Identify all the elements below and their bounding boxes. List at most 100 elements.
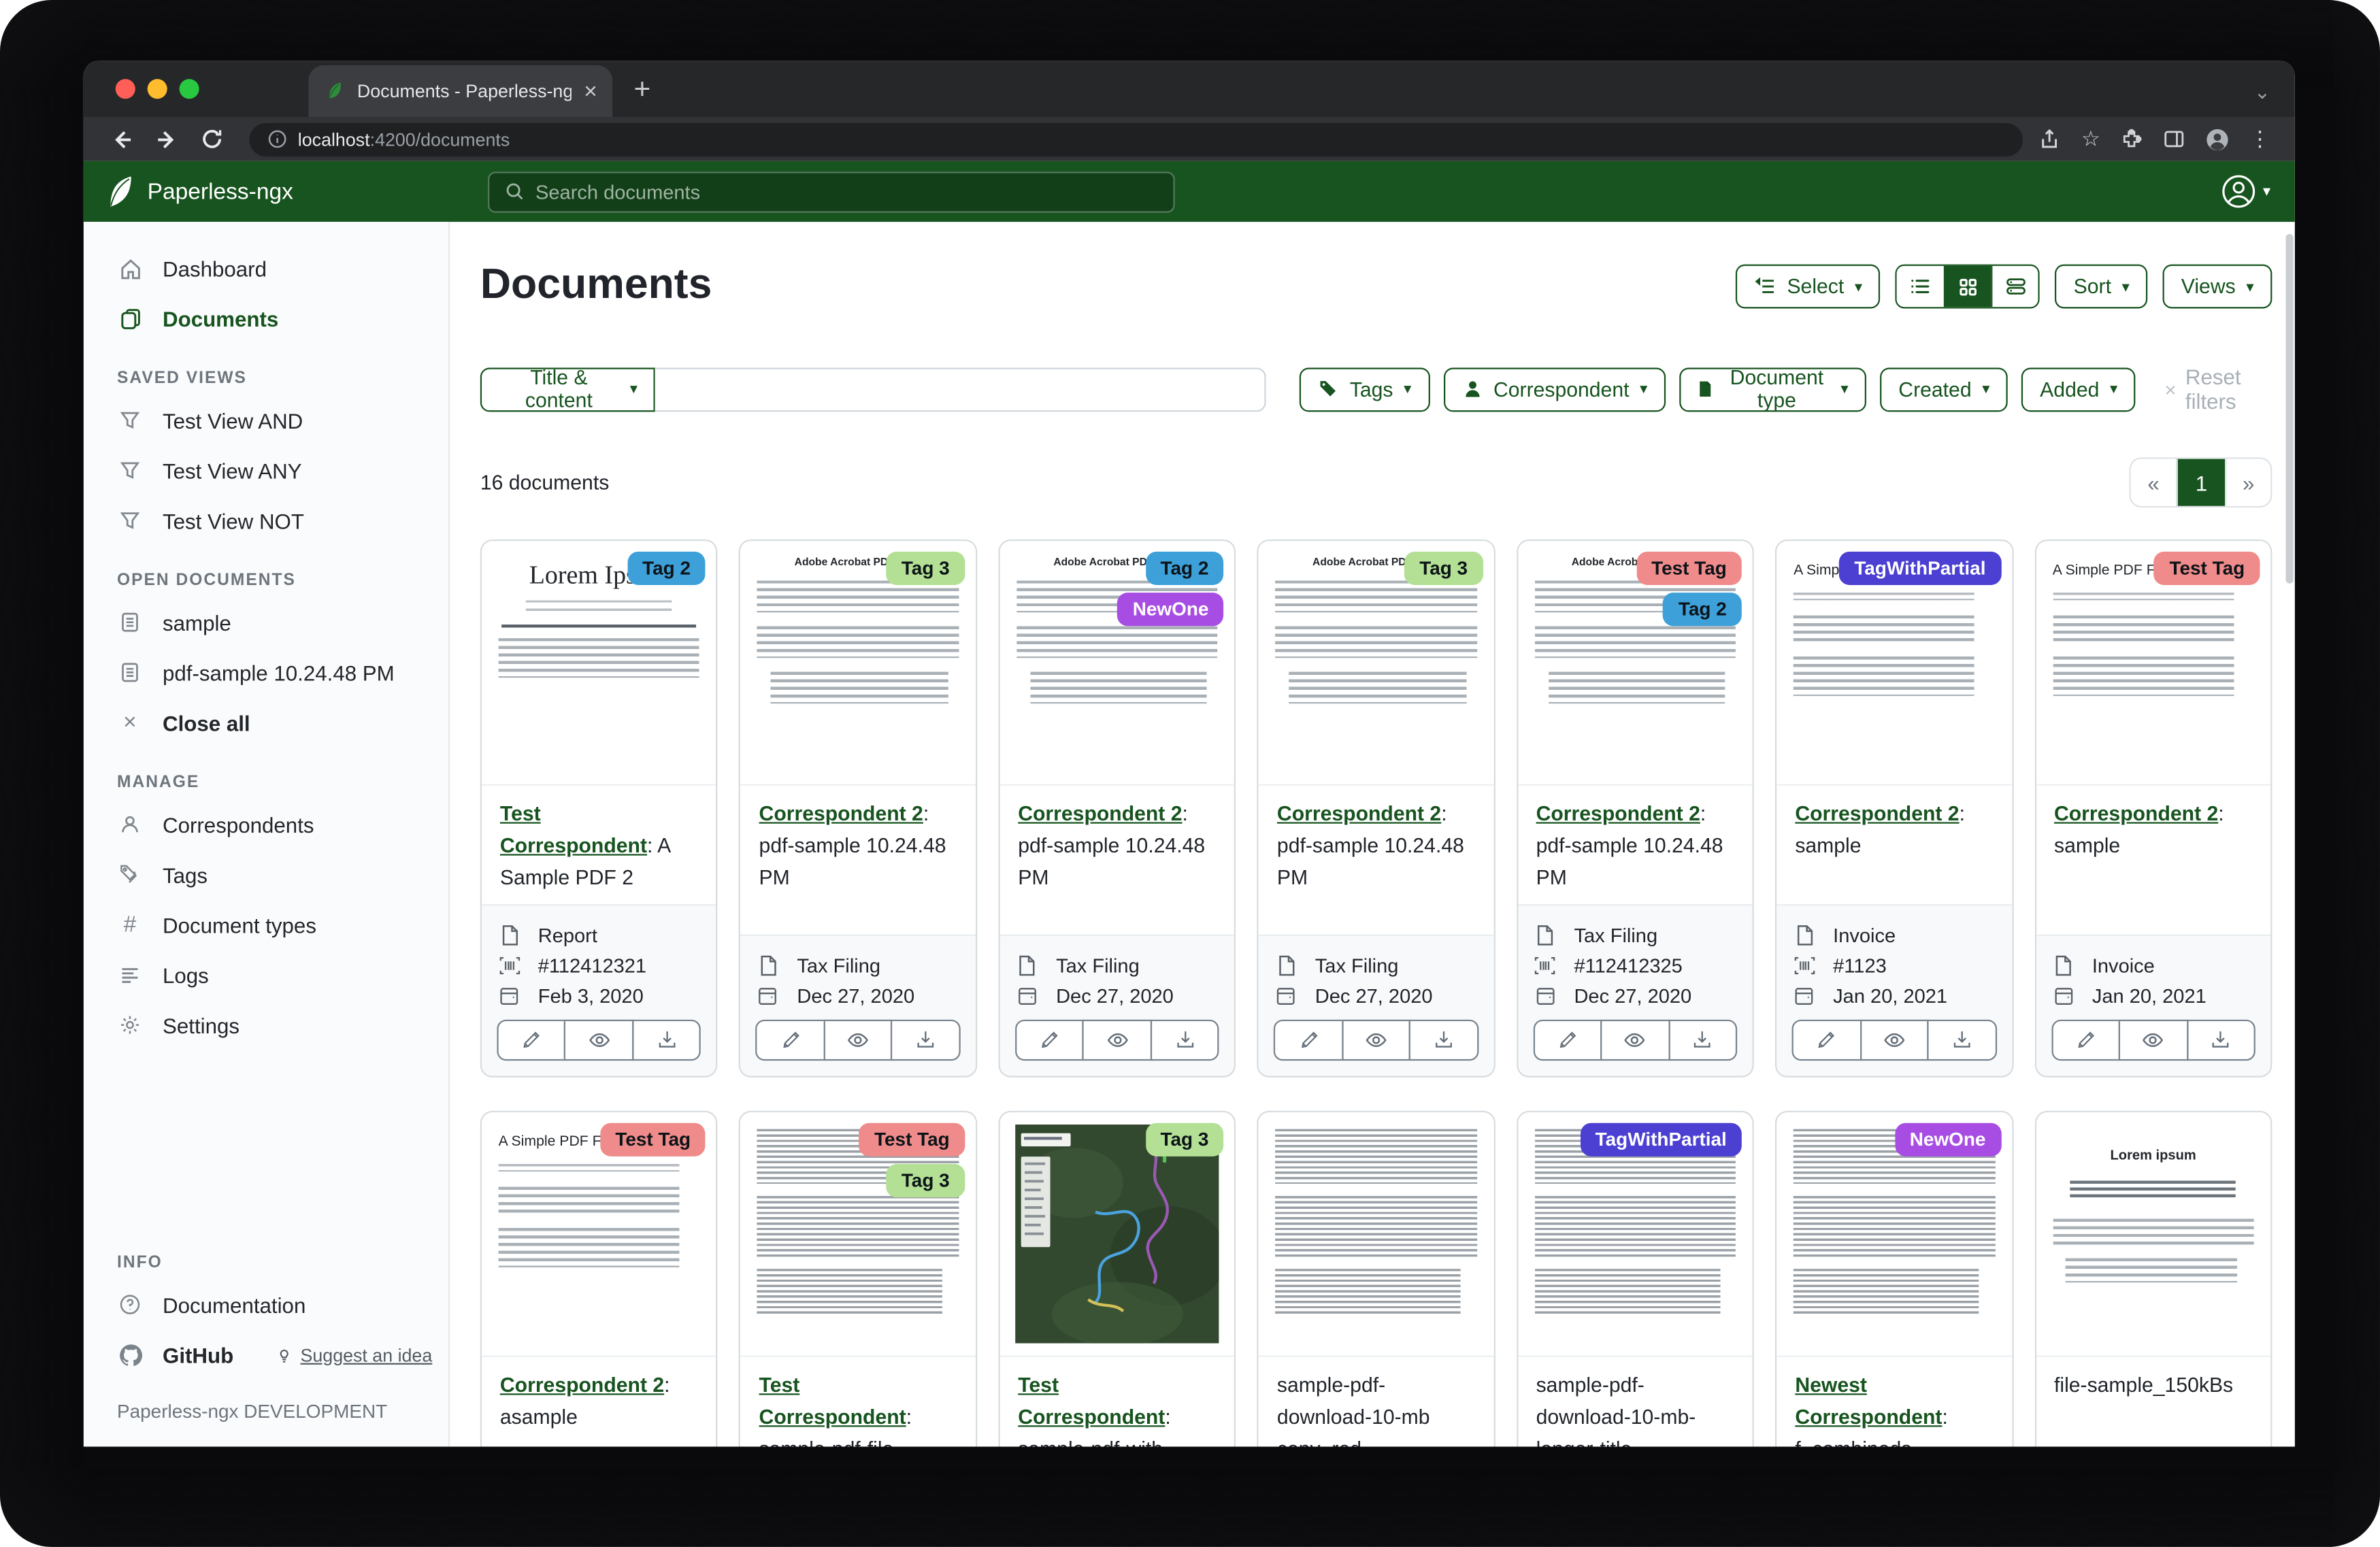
correspondent-link[interactable]: Correspondent 2 (1277, 802, 1441, 825)
document-title-link[interactable]: pdf-sample 10.24.48 PM (759, 834, 946, 888)
filter-field-button[interactable]: Title & content ▾ (480, 367, 656, 411)
sidebar-item-document-types[interactable]: # Document types (84, 899, 448, 950)
sidebar-item-github[interactable]: GitHub Suggest an idea (84, 1329, 448, 1380)
sidebar-item-test-view-not[interactable]: Test View NOT (84, 495, 448, 546)
correspondent-link[interactable]: Correspondent 2 (1536, 802, 1700, 825)
reset-filters-link[interactable]: × Reset filters (2165, 365, 2272, 413)
edit-button[interactable] (497, 1019, 566, 1060)
tag-badge[interactable]: Tag 3 (1145, 1122, 1224, 1156)
edit-button[interactable] (1533, 1019, 1602, 1060)
page-prev-button[interactable]: « (2131, 459, 2177, 506)
browser-menu-kebab-icon[interactable]: ⋮ (2249, 126, 2270, 152)
document-title-link[interactable]: file-sample_150kBs (2054, 1374, 2233, 1397)
document-title-link[interactable]: sample-pdf-download-10-mb copy_red (1277, 1374, 1430, 1447)
document-thumbnail[interactable]: Tag 3 (999, 1112, 1234, 1357)
page-number-button[interactable]: 1 (2177, 459, 2225, 506)
document-title-link[interactable]: pdf-sample 10.24.48 PM (1277, 834, 1464, 888)
bookmark-star-icon[interactable]: ☆ (2081, 126, 2100, 152)
correspondent-filter-button[interactable]: Correspondent ▾ (1443, 367, 1666, 411)
tag-badge[interactable]: Tag 3 (886, 552, 965, 585)
tag-badge[interactable]: Tag 2 (1664, 593, 1742, 626)
correspondent-link[interactable]: Newest Correspondent (1795, 1374, 1942, 1428)
document-thumbnail[interactable]: TagWithPartial A Simple (1777, 541, 2012, 786)
download-button[interactable] (1668, 1019, 1738, 1060)
tag-badge[interactable]: Test Tag (600, 1122, 706, 1156)
view-grid-button[interactable] (1945, 266, 1991, 307)
document-title-link[interactable]: pdf-sample 10.24.48 PM (1536, 834, 1723, 888)
document-thumbnail[interactable] (1259, 1112, 1493, 1357)
global-search[interactable] (488, 171, 1175, 212)
download-button[interactable] (2186, 1019, 2255, 1060)
forward-icon[interactable] (155, 127, 180, 152)
correspondent-link[interactable]: Correspondent 2 (1018, 802, 1182, 825)
tag-badge[interactable]: Test Tag (1636, 552, 1742, 585)
edit-button[interactable] (756, 1019, 825, 1060)
correspondent-link[interactable]: Test Correspondent (500, 802, 647, 856)
document-thumbnail[interactable]: NewOne (1777, 1112, 2012, 1357)
document-type-filter-button[interactable]: Document type ▾ (1679, 367, 1866, 411)
view-button[interactable] (1342, 1019, 1411, 1060)
tag-badge[interactable]: NewOne (1117, 593, 1223, 626)
correspondent-link[interactable]: Correspondent 2 (759, 802, 923, 825)
document-title-link[interactable]: sample-pdf-with-images (1018, 1437, 1170, 1446)
document-thumbnail[interactable]: Tag 2 Lorem Ipsum (482, 541, 716, 786)
view-detail-button[interactable] (1991, 266, 2038, 307)
correspondent-link[interactable]: Correspondent 2 (2054, 802, 2218, 825)
side-panel-icon[interactable] (2163, 128, 2186, 151)
document-title-link[interactable]: sample (2054, 834, 2120, 857)
tag-badge[interactable]: TagWithPartial (1839, 552, 2001, 585)
tag-badge[interactable]: Test Tag (859, 1122, 965, 1156)
added-filter-button[interactable]: Added ▾ (2021, 367, 2136, 411)
sidebar-item-documentation[interactable]: Documentation (84, 1280, 448, 1330)
minimize-window-button[interactable] (148, 79, 167, 99)
document-thumbnail[interactable]: Tag 3 Adobe Acrobat PDF Files (741, 541, 976, 786)
sidebar-item-correspondents[interactable]: Correspondents (84, 799, 448, 850)
download-button[interactable] (1150, 1019, 1219, 1060)
tab-search-chevron-icon[interactable]: ⌄ (2254, 80, 2270, 105)
sidebar-item-tags[interactable]: Tags (84, 850, 448, 900)
tab-close-icon[interactable]: × (584, 80, 597, 103)
download-button[interactable] (1409, 1019, 1478, 1060)
site-info-icon[interactable] (267, 129, 287, 149)
sidebar-item-settings[interactable]: Settings (84, 1000, 448, 1050)
tag-badge[interactable]: NewOne (1894, 1122, 2000, 1156)
sidebar-open-doc-sample[interactable]: sample (84, 597, 448, 648)
document-title-link[interactable]: pdf-sample 10.24.48 PM (1018, 834, 1205, 888)
reload-icon[interactable] (201, 128, 224, 151)
correspondent-link[interactable]: Test Correspondent (1018, 1374, 1165, 1428)
sidebar-item-test-view-any[interactable]: Test View ANY (84, 445, 448, 495)
download-button[interactable] (1928, 1019, 1997, 1060)
document-title-link[interactable]: f_combineds (1795, 1437, 1911, 1446)
document-thumbnail[interactable]: Lorem ipsum (2036, 1112, 2270, 1357)
edit-button[interactable] (2051, 1019, 2121, 1060)
created-filter-button[interactable]: Created ▾ (1881, 367, 2009, 411)
tag-badge[interactable]: TagWithPartial (1580, 1122, 1742, 1156)
sidebar-item-test-view-and[interactable]: Test View AND (84, 395, 448, 446)
view-button[interactable] (2119, 1019, 2188, 1060)
select-button[interactable]: Select ▾ (1736, 265, 1881, 309)
profile-avatar-icon[interactable] (2205, 127, 2230, 152)
url-bar[interactable]: localhost:4200/documents (249, 122, 2023, 156)
document-thumbnail[interactable]: Test Tag A Simple PDF File (2036, 541, 2270, 786)
view-button[interactable] (1601, 1019, 1670, 1060)
view-button[interactable] (823, 1019, 893, 1060)
tag-badge[interactable]: Tag 2 (1145, 552, 1224, 585)
view-list-button[interactable] (1898, 266, 1945, 307)
sidebar-item-documents[interactable]: Documents (84, 293, 448, 344)
tags-filter-button[interactable]: Tags ▾ (1300, 367, 1429, 411)
document-thumbnail[interactable]: Test TagTag 2 Adobe Acrobat PDF Files (1518, 541, 1753, 786)
share-icon[interactable] (2038, 128, 2062, 151)
view-button[interactable] (1860, 1019, 1929, 1060)
sidebar-item-dashboard[interactable]: Dashboard (84, 243, 448, 293)
extensions-puzzle-icon[interactable] (2120, 128, 2143, 151)
document-thumbnail[interactable]: Tag 3 Adobe Acrobat PDF Files (1259, 541, 1493, 786)
correspondent-link[interactable]: Correspondent 2 (1795, 802, 1959, 825)
filter-query-input[interactable] (656, 367, 1266, 411)
edit-button[interactable] (1015, 1019, 1085, 1060)
document-title-link[interactable]: sample-pdf-download-10-mb-longer-title (1536, 1374, 1696, 1447)
document-title-link[interactable]: sample (1795, 834, 1861, 857)
download-button[interactable] (632, 1019, 701, 1060)
document-thumbnail[interactable]: TagWithPartial (1518, 1112, 1753, 1357)
sort-button[interactable]: Sort ▾ (2055, 265, 2148, 309)
new-tab-button[interactable]: + (633, 74, 650, 107)
